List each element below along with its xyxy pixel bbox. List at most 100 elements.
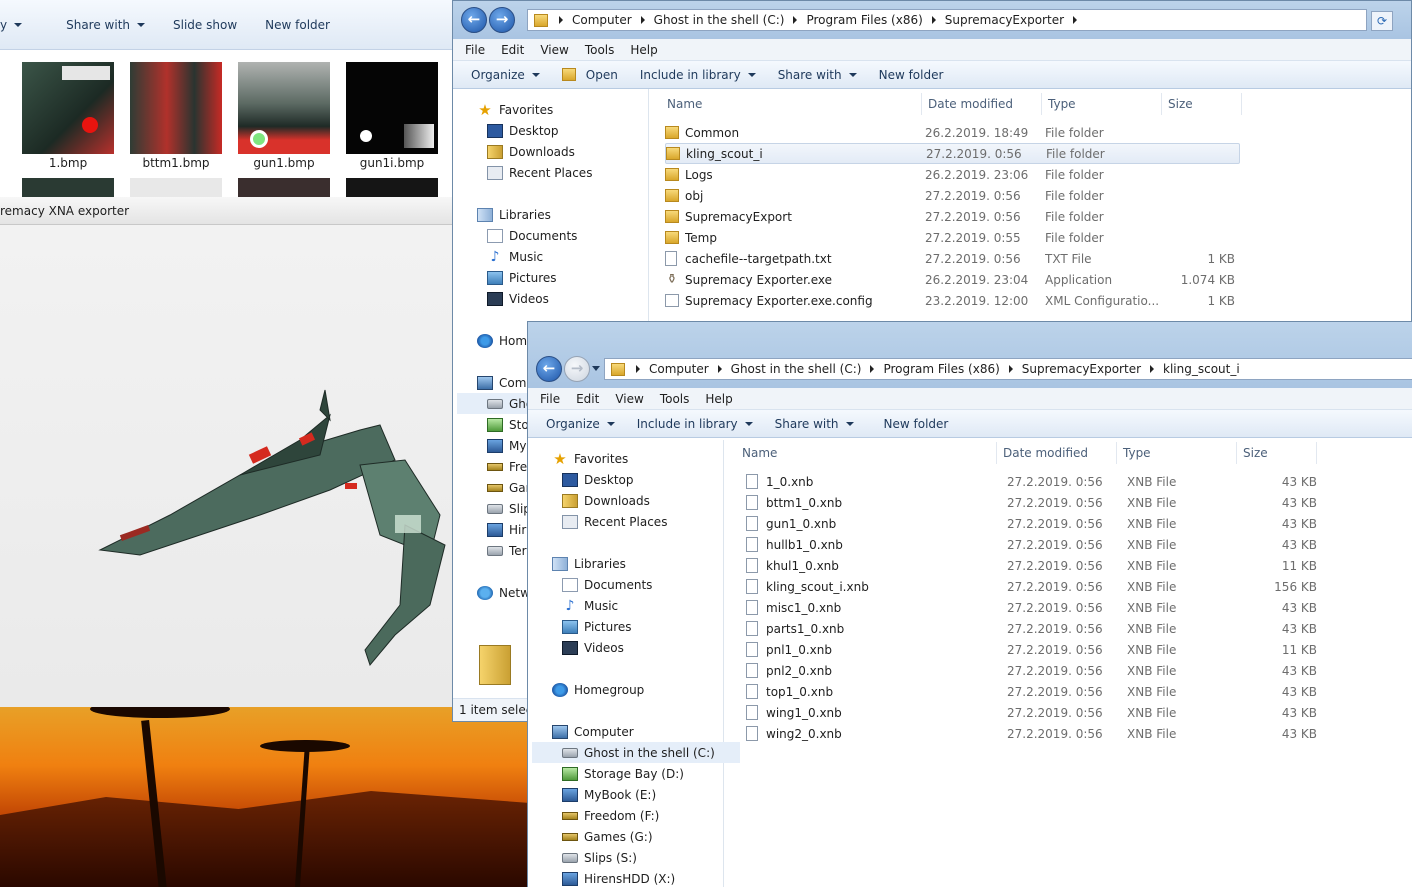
file-row[interactable]: 1_0.xnb 27.2.2019. 0:56 XNB File 43 KB — [746, 471, 1321, 492]
organize-button[interactable]: Organize — [463, 68, 554, 82]
menu-tools[interactable]: Tools — [652, 392, 698, 406]
nav-music[interactable]: ♪ Music — [552, 595, 723, 616]
open-button[interactable]: Open — [554, 68, 632, 82]
breadcrumb-drive[interactable]: Ghost in the shell (C:) — [650, 13, 789, 27]
nav-libraries[interactable]: Libraries — [552, 553, 723, 574]
file-row[interactable]: cachefile--targetpath.txt 27.2.2019. 0:56… — [665, 248, 1240, 269]
nav-music[interactable]: ♪ Music — [477, 246, 648, 267]
back-arrow-icon[interactable]: ← — [461, 7, 487, 33]
nav-recent[interactable]: Recent Places — [477, 162, 648, 183]
thumbnail-2[interactable] — [130, 62, 222, 154]
nav-desktop[interactable]: Desktop — [552, 469, 723, 490]
file-row[interactable]: khul1_0.xnb 27.2.2019. 0:56 XNB File 11 KB — [746, 555, 1321, 576]
nav-drive-x[interactable]: HirensHDD (X:) — [552, 868, 723, 887]
share-with-button[interactable]: Share with — [36, 18, 159, 32]
nav-drive-c[interactable]: Ghost in the shell (C:) — [532, 742, 740, 763]
nav-downloads[interactable]: Downloads — [477, 141, 648, 162]
nav-drive-f[interactable]: Freedom (F:) — [552, 805, 723, 826]
new-folder-button[interactable]: New folder — [868, 417, 963, 431]
breadcrumb-supremacy[interactable]: SupremacyExporter — [1018, 362, 1145, 376]
model-viewport[interactable] — [0, 225, 452, 707]
menu-view[interactable]: View — [607, 392, 651, 406]
col-size[interactable]: Size — [1237, 442, 1317, 464]
address-bar[interactable]: Computer Ghost in the shell (C:) Program… — [527, 9, 1367, 31]
nav-libraries[interactable]: Libraries — [477, 204, 648, 225]
back-arrow-icon[interactable]: ← — [536, 356, 562, 382]
thumbnail-3[interactable] — [238, 62, 330, 154]
nav-pictures[interactable]: Pictures — [552, 616, 723, 637]
share-with-button[interactable]: Share with — [767, 417, 868, 431]
address-bar[interactable]: Computer Ghost in the shell (C:) Program… — [604, 358, 1412, 380]
nav-favorites[interactable]: ★ Favorites — [552, 448, 723, 469]
nav-documents[interactable]: Documents — [552, 574, 723, 595]
file-row[interactable]: Supremacy Exporter.exe.config 23.2.2019. … — [665, 290, 1240, 311]
menu-view[interactable]: View — [532, 43, 576, 57]
col-date[interactable]: Date modified — [922, 93, 1042, 115]
file-row[interactable]: kling_scout_i.xnb 27.2.2019. 0:56 XNB File… — [746, 576, 1321, 597]
file-row[interactable]: misc1_0.xnb 27.2.2019. 0:56 XNB File 43 KB — [746, 597, 1321, 618]
share-with-button[interactable]: Share with — [770, 68, 871, 82]
file-row[interactable]: SupremacyExport 27.2.2019. 0:56 File folde… — [665, 206, 1240, 227]
thumbnail-4[interactable] — [346, 62, 438, 154]
menu-help[interactable]: Help — [697, 392, 740, 406]
breadcrumb-computer[interactable]: Computer — [568, 13, 636, 27]
file-row[interactable]: pnl2_0.xnb 27.2.2019. 0:56 XNB File 43 KB — [746, 660, 1321, 681]
breadcrumb-program-files[interactable]: Program Files (x86) — [802, 13, 926, 27]
file-row[interactable]: pnl1_0.xnb 27.2.2019. 0:56 XNB File 11 KB — [746, 639, 1321, 660]
thumbnail-1[interactable] — [22, 62, 114, 154]
nav-computer[interactable]: Computer — [552, 721, 723, 742]
new-folder-button[interactable]: New folder — [251, 18, 344, 32]
organize-button[interactable]: Organize — [538, 417, 629, 431]
nav-videos[interactable]: Videos — [477, 288, 648, 309]
nav-videos[interactable]: Videos — [552, 637, 723, 658]
col-type[interactable]: Type — [1117, 442, 1237, 464]
file-row[interactable]: ⚱ Supremacy Exporter.exe 26.2.2019. 23:04 A… — [665, 269, 1240, 290]
nav-desktop[interactable]: Desktop — [477, 120, 648, 141]
nav-favorites[interactable]: ★ Favorites — [477, 99, 648, 120]
col-name[interactable]: Name — [736, 442, 997, 464]
col-size[interactable]: Size — [1162, 93, 1242, 115]
nav-drive-e[interactable]: MyBook (E:) — [552, 784, 723, 805]
recent-pages-chevron-icon[interactable] — [592, 366, 600, 371]
menu-edit[interactable]: Edit — [493, 43, 532, 57]
breadcrumb-drive[interactable]: Ghost in the shell (C:) — [727, 362, 866, 376]
refresh-icon[interactable]: ⟳ — [1371, 11, 1393, 31]
file-row[interactable]: Temp 27.2.2019. 0:55 File folder — [665, 227, 1240, 248]
file-row[interactable]: parts1_0.xnb 27.2.2019. 0:56 XNB File 43 KB — [746, 618, 1321, 639]
nav-documents[interactable]: Documents — [477, 225, 648, 246]
nav-homegroup[interactable]: Homegroup — [552, 679, 723, 700]
new-folder-button[interactable]: New folder — [871, 68, 958, 82]
col-type[interactable]: Type — [1042, 93, 1162, 115]
file-row[interactable]: Logs 26.2.2019. 23:06 File folder — [665, 164, 1240, 185]
menu-tools[interactable]: Tools — [577, 43, 623, 57]
file-row[interactable]: bttm1_0.xnb 27.2.2019. 0:56 XNB File 43 KB — [746, 492, 1321, 513]
breadcrumb-supremacy[interactable]: SupremacyExporter — [941, 13, 1068, 27]
file-row[interactable]: gun1_0.xnb 27.2.2019. 0:56 XNB File 43 KB — [746, 513, 1321, 534]
forward-arrow-icon[interactable]: → — [489, 7, 515, 33]
file-row[interactable]: kling_scout_i 27.2.2019. 0:56 File folder — [665, 143, 1240, 164]
menu-file[interactable]: File — [532, 392, 568, 406]
col-name[interactable]: Name — [661, 93, 922, 115]
include-in-library-button[interactable]: Include in library — [629, 417, 767, 431]
nav-drive-g[interactable]: Games (G:) — [552, 826, 723, 847]
file-row[interactable]: wing1_0.xnb 27.2.2019. 0:56 XNB File 43 KB — [746, 702, 1321, 723]
file-row[interactable]: wing2_0.xnb 27.2.2019. 0:56 XNB File 43 KB — [746, 723, 1321, 744]
file-row[interactable]: obj 27.2.2019. 0:56 File folder — [665, 185, 1240, 206]
col-date[interactable]: Date modified — [997, 442, 1117, 464]
nav-recent[interactable]: Recent Places — [552, 511, 723, 532]
slide-show-button[interactable]: Slide show — [159, 18, 251, 32]
breadcrumb-program-files[interactable]: Program Files (x86) — [879, 362, 1003, 376]
menu-help[interactable]: Help — [622, 43, 665, 57]
file-row[interactable]: hullb1_0.xnb 27.2.2019. 0:56 XNB File 43 KB — [746, 534, 1321, 555]
nav-downloads[interactable]: Downloads — [552, 490, 723, 511]
forward-arrow-icon[interactable]: → — [564, 356, 590, 382]
menu-file[interactable]: File — [457, 43, 493, 57]
breadcrumb-kling[interactable]: kling_scout_i — [1159, 362, 1244, 376]
file-row[interactable]: Common 26.2.2019. 18:49 File folder — [665, 122, 1240, 143]
nav-drive-s[interactable]: Slips (S:) — [552, 847, 723, 868]
include-in-library-button[interactable]: Include in library — [632, 68, 770, 82]
toolbar-partial-button[interactable]: y — [0, 18, 36, 32]
breadcrumb-computer[interactable]: Computer — [645, 362, 713, 376]
nav-drive-d[interactable]: Storage Bay (D:) — [552, 763, 723, 784]
nav-pictures[interactable]: Pictures — [477, 267, 648, 288]
